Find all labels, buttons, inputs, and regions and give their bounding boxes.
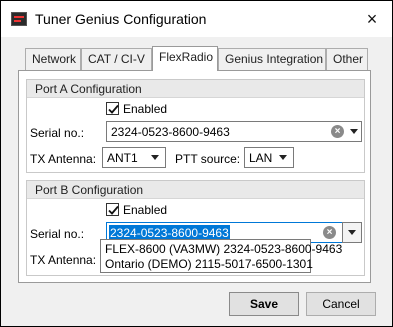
save-button[interactable]: Save [229, 292, 299, 316]
port-b-serial-label: Serial no.: [30, 227, 85, 241]
app-icon [11, 12, 27, 26]
dropdown-option[interactable]: Ontario (DEMO) 2115-5017-6500-1301 [105, 257, 313, 271]
check-icon [108, 205, 119, 215]
port-a-tx-antenna-value: ANT1 [107, 151, 138, 165]
window-title: Tuner Genius Configuration [35, 11, 207, 27]
port-a-tx-antenna-select[interactable]: ANT1 [102, 147, 166, 168]
port-a-serial-combo[interactable]: 2324-0523-8600-9463 × [106, 121, 362, 142]
tab-network[interactable]: Network [25, 48, 81, 70]
chevron-down-icon[interactable] [350, 129, 358, 134]
port-a-group: Port A Configuration Enabled Serial no.:… [26, 79, 365, 173]
port-a-serial-value: 2324-0523-8600-9463 [111, 125, 230, 139]
title-bar: Tuner Genius Configuration × [1, 1, 392, 37]
cancel-button[interactable]: Cancel [306, 292, 376, 316]
port-a-title: Port A Configuration [27, 80, 364, 98]
config-dialog: Tuner Genius Configuration × Network CAT… [0, 0, 393, 327]
tab-other[interactable]: Other [326, 48, 368, 70]
port-b-title: Port B Configuration [27, 181, 364, 199]
port-a-enabled-label: Enabled [123, 102, 168, 116]
chevron-down-icon [151, 155, 159, 160]
port-b-tx-antenna-label: TX Antenna: [30, 253, 97, 267]
check-icon [108, 104, 119, 114]
port-a-serial-label: Serial no.: [30, 126, 85, 140]
port-a-ptt-source-label: PTT source: [175, 152, 241, 166]
chevron-down-icon [279, 155, 287, 160]
dropdown-button[interactable] [342, 222, 362, 243]
port-a-enabled-checkbox[interactable] [106, 102, 119, 115]
port-a-tx-antenna-label: TX Antenna: [30, 152, 97, 166]
dropdown-option[interactable]: FLEX-8600 (VA3MW) 2324-0523-8600-9463 [105, 242, 342, 256]
tab-genius-integration[interactable]: Genius Integration [218, 48, 326, 70]
port-b-enabled-label: Enabled [123, 203, 168, 217]
clear-icon[interactable]: × [323, 226, 336, 239]
tab-cat-civ[interactable]: CAT / CI-V [81, 48, 152, 70]
chevron-down-icon [348, 230, 356, 235]
port-b-enabled-checkbox[interactable] [106, 203, 119, 216]
tab-flexradio[interactable]: FlexRadio [152, 46, 218, 71]
port-a-ptt-source-select[interactable]: LAN [244, 147, 294, 168]
port-a-ptt-source-value: LAN [249, 151, 273, 165]
serial-dropdown-list: FLEX-8600 (VA3MW) 2324-0523-8600-9463 On… [100, 239, 342, 273]
clear-icon[interactable]: × [331, 125, 344, 138]
close-icon[interactable]: × [360, 7, 384, 31]
